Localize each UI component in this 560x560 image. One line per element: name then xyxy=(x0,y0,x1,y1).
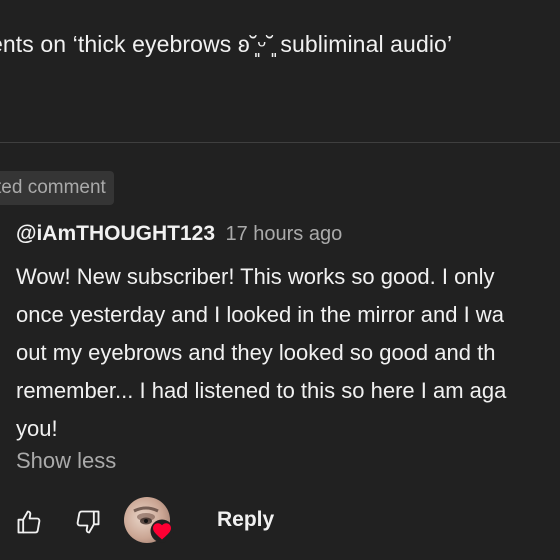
highlighted-comment-badge: ted comment xyxy=(0,171,114,205)
comment-text-line: out my eyebrows and they looked so good … xyxy=(16,340,496,365)
comment-author[interactable]: @iAmTHOUGHT123 xyxy=(16,222,215,245)
thumbs-up-icon xyxy=(17,510,41,534)
comment-text: Wow! New subscriber! This works so good.… xyxy=(16,258,560,448)
comment-action-bar: Reply xyxy=(0,495,560,547)
comments-panel: ents on ‘thick eyebrows ʚ˘͈ᵕ˘͈ sublimina… xyxy=(0,0,560,560)
divider xyxy=(0,142,560,143)
comment-timestamp[interactable]: 17 hours ago xyxy=(225,223,342,245)
comment-text-line: you! xyxy=(16,416,58,441)
heart-icon xyxy=(150,519,174,543)
reply-button[interactable]: Reply xyxy=(217,508,274,532)
comment-text-line: once yesterday and I looked in the mirro… xyxy=(16,302,504,327)
comments-header-title: ents on ‘thick eyebrows ʚ˘͈ᵕ˘͈ sublimina… xyxy=(0,31,453,57)
comment-text-line: Wow! New subscriber! This works so good.… xyxy=(16,264,495,289)
dislike-button[interactable] xyxy=(71,505,105,539)
thumbs-down-icon xyxy=(76,510,100,534)
show-less-button[interactable]: Show less xyxy=(16,448,116,474)
comment-text-line: remember... I had listened to this so he… xyxy=(16,378,507,403)
comment-header: @iAmTHOUGHT123 17 hours ago xyxy=(16,222,342,246)
creator-heart-badge[interactable] xyxy=(124,495,176,547)
like-button[interactable] xyxy=(12,505,46,539)
